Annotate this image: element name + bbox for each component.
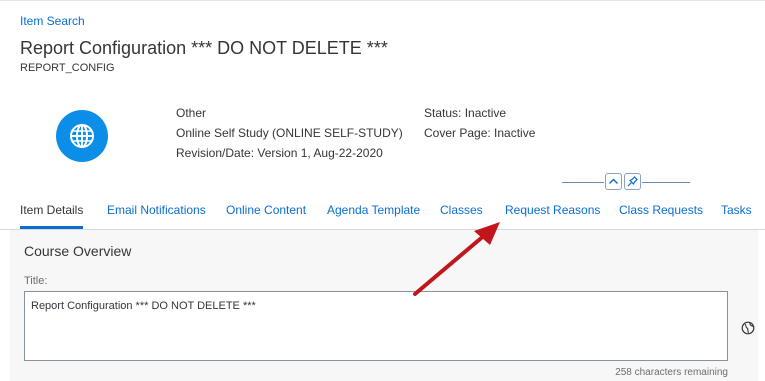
globe-icon[interactable]	[741, 321, 755, 335]
globe-icon	[70, 124, 94, 148]
collapse-header-button[interactable]	[605, 173, 622, 190]
revision-date: Revision/Date: Version 1, Aug-22-2020	[176, 146, 383, 160]
tab-tasks[interactable]: Tasks	[721, 203, 752, 217]
pin-icon	[627, 176, 638, 187]
avatar	[56, 110, 108, 162]
section-title: Course Overview	[24, 243, 132, 259]
toolbar-line-right	[642, 182, 690, 183]
characters-remaining: 258 characters remaining	[615, 367, 728, 378]
tab-item-details[interactable]: Item Details	[20, 203, 83, 217]
tab-agenda-template[interactable]: Agenda Template	[327, 203, 420, 217]
toolbar-line-left	[562, 182, 604, 183]
page-subtitle: REPORT_CONFIG	[20, 62, 115, 74]
item-type: Other	[176, 106, 207, 120]
tab-classes[interactable]: Classes	[440, 203, 483, 217]
title-textarea[interactable]: Report Configuration *** DO NOT DELETE *…	[24, 291, 728, 361]
tab-class-requests[interactable]: Class Requests	[619, 203, 703, 217]
cover-page-status: Cover Page: Inactive	[424, 126, 536, 140]
pin-header-button[interactable]	[624, 173, 641, 190]
chevron-up-icon	[609, 178, 618, 184]
page-title: Report Configuration *** DO NOT DELETE *…	[20, 38, 388, 58]
tab-online-content[interactable]: Online Content	[226, 203, 306, 217]
breadcrumb-item-search[interactable]: Item Search	[20, 14, 85, 28]
header-toolbar	[562, 172, 690, 192]
delivery-method: Online Self Study (ONLINE SELF-STUDY)	[176, 126, 403, 140]
title-field-label: Title:	[24, 275, 48, 287]
top-divider	[0, 0, 765, 5]
status: Status: Inactive	[424, 106, 507, 120]
tab-request-reasons[interactable]: Request Reasons	[505, 203, 600, 217]
tab-email-notifications[interactable]: Email Notifications	[107, 203, 206, 217]
